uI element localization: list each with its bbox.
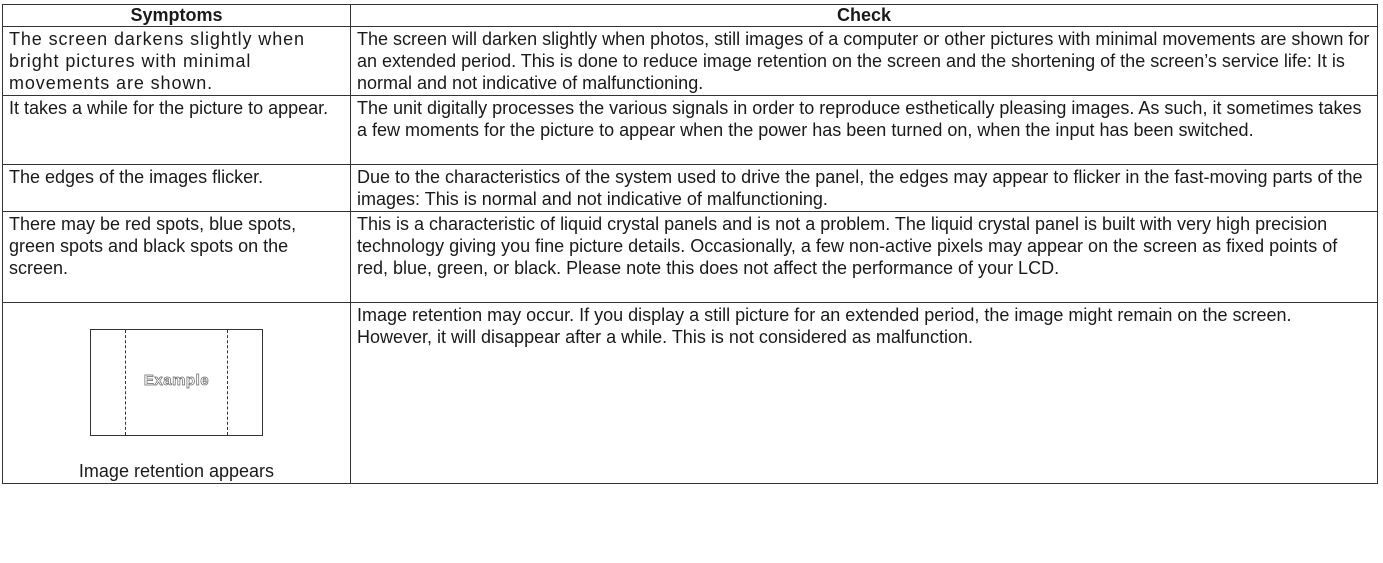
check-text: Due to the characteristics of the system… [357,167,1363,209]
check-cell: Image retention may occur. If you displa… [350,302,1378,484]
table-header-row: Symptoms Check [2,4,1378,27]
symptom-cell: The screen darkens slightly when bright … [2,26,351,96]
check-text: The screen will darken slightly when pho… [357,29,1370,93]
table-row: There may be red spots, blue spots, gree… [2,211,1378,303]
symptom-text: It takes a while for the picture to appe… [9,98,329,118]
table-row: The edges of the images flicker. Due to … [2,164,1378,212]
check-cell: The screen will darken slightly when pho… [350,26,1378,96]
image-retention-illustration: Example [90,329,263,436]
check-cell: This is a characteristic of liquid cryst… [350,211,1378,303]
check-cell: The unit digitally processes the various… [350,95,1378,165]
check-text: This is a characteristic of liquid cryst… [357,214,1338,278]
check-text: The unit digitally processes the various… [357,98,1362,140]
troubleshooting-table: Symptoms Check The screen darkens slight… [2,4,1378,484]
symptom-figure-cell: Example Image retention appears [2,302,351,484]
symptom-cell: The edges of the images flicker. [2,164,351,212]
table-row: Example Image retention appears Image re… [2,302,1378,484]
check-cell: Due to the characteristics of the system… [350,164,1378,212]
symptom-text: The screen darkens slightly when bright … [9,29,305,93]
table-row: It takes a while for the picture to appe… [2,95,1378,165]
troubleshooting-page: Symptoms Check The screen darkens slight… [0,0,1383,563]
symptom-cell: It takes a while for the picture to appe… [2,95,351,165]
example-ghost-label: Example [143,372,210,390]
symptom-text: There may be red spots, blue spots, gree… [9,214,297,278]
table-row: The screen darkens slightly when bright … [2,26,1378,96]
figure-caption: Image retention appears [78,461,275,481]
symptom-cell: There may be red spots, blue spots, gree… [2,211,351,303]
check-text: Image retention may occur. If you displa… [357,305,1292,347]
symptom-text: The edges of the images flicker. [9,167,264,187]
symptoms-column-header: Symptoms [2,4,351,27]
check-column-header: Check [350,4,1378,27]
